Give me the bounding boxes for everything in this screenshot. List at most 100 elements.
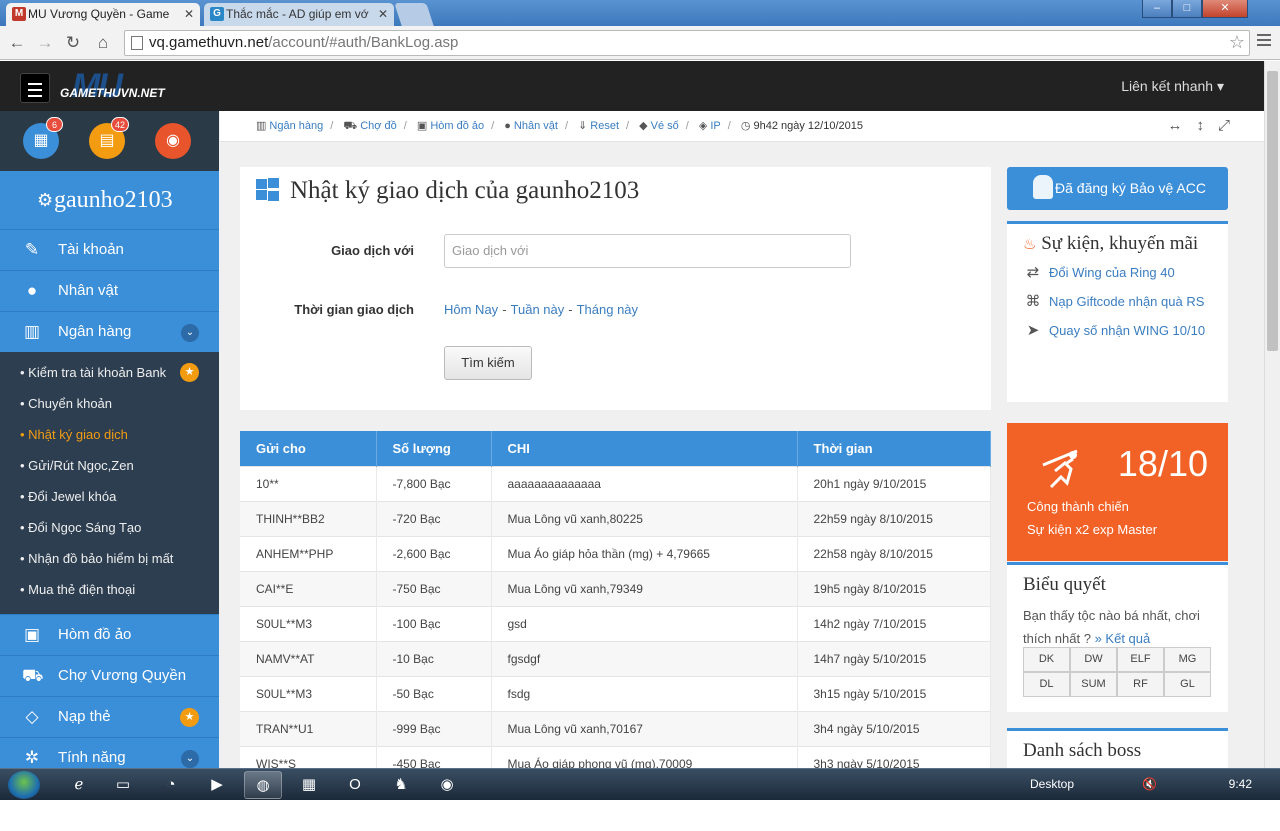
event-item[interactable]: ➤ Quay số nhận WING 10/10 <box>1007 313 1228 342</box>
window-icon[interactable]: ▦ <box>290 771 328 799</box>
forward-arrow-icon[interactable]: → <box>34 32 56 54</box>
download-icon: ⇓ <box>578 120 588 132</box>
event-item[interactable]: ⇄ Đổi Wing của Ring 40 <box>1007 255 1228 284</box>
crumb-market[interactable]: Chợ đồ <box>360 120 397 132</box>
sidebar-item-virtual-box[interactable]: ▣ Hòm đồ ảo <box>0 614 219 655</box>
table-cell: 3h15 ngày 5/10/2015 <box>797 675 991 711</box>
app-icon[interactable]: ◔ <box>152 771 190 799</box>
browser-tab-bar: M MU Vương Quyền - Game ✕ G Thắc mắc - A… <box>0 0 1280 26</box>
sidebar-item-character[interactable]: ● Nhân vật <box>0 270 219 311</box>
sidebar-item-topup[interactable]: ◇ Nạp thẻ ★ <box>0 696 219 737</box>
crumb-character[interactable]: Nhân vật <box>514 120 558 132</box>
event-item[interactable]: ⌘ Nạp Giftcode nhận quà RS <box>1007 284 1228 313</box>
sidebar-item-account[interactable]: ✎ Tài khoản <box>0 229 219 270</box>
siege-promo-banner[interactable]: 18/10 Công thành chiến Sự kiện x2 exp Ma… <box>1007 423 1228 561</box>
table-cell: THINH**BB2 <box>240 500 377 536</box>
filter-week[interactable]: Tuần này <box>511 302 565 317</box>
explorer-icon[interactable]: ▭ <box>104 771 142 799</box>
poll-option[interactable]: GL <box>1164 672 1211 697</box>
search-panel: Nhật ký giao dịch của gaunho2103 Giao dị… <box>240 167 991 410</box>
poll-option[interactable]: DL <box>1023 672 1070 697</box>
clock[interactable]: 9:42 AM <box>1229 769 1252 831</box>
scrollbar-thumb[interactable] <box>1267 71 1278 351</box>
search-button[interactable]: Tìm kiếm <box>444 346 532 380</box>
submenu-check-bank[interactable]: • Kiểm tra tài khoản Bank ★ <box>0 357 219 388</box>
sidebar-item-label: Ngân hàng <box>58 323 132 340</box>
close-window-button[interactable]: ✕ <box>1202 0 1248 18</box>
start-button[interactable] <box>8 771 40 799</box>
poll-option[interactable]: SUM <box>1070 672 1117 697</box>
browser-tab-forum[interactable]: G Thắc mắc - AD giúp em vớ ✕ <box>204 3 394 26</box>
crumb-lottery[interactable]: Vé số <box>651 120 679 132</box>
opera-icon[interactable]: O <box>336 771 374 799</box>
menu-toggle-button[interactable] <box>20 73 50 103</box>
filter-month[interactable]: Tháng này <box>577 302 638 317</box>
site-logo[interactable]: MU GAMETHUVN.NET <box>58 69 182 105</box>
expand-width-icon[interactable]: ↔ <box>1167 117 1196 134</box>
breadcrumb-links: ▥ Ngân hàng / ⛟ Chợ đồ / ▣ Hòm đồ ảo / ● Nhân v… <box>256 120 863 132</box>
home-icon[interactable]: ⌂ <box>92 32 114 54</box>
crumb-virtual-box[interactable]: Hòm đồ ảo <box>430 120 484 132</box>
crumb-bank[interactable]: Ngân hàng <box>269 120 323 132</box>
star-icon: ★ <box>180 363 199 382</box>
transaction-rows: 10** -7,800 Bạc aaaaaaaaaaaaaa 20h1 ngày 9/… <box>240 465 991 768</box>
sidebar-item-label: Hòm đồ ảo <box>58 626 132 643</box>
account-protection-button[interactable]: Đã đăng ký Bảo vệ ACC <box>1007 167 1228 210</box>
sidebar-item-bank[interactable]: ▥ Ngân hàng ⌄ <box>0 311 219 352</box>
bookmark-star-icon[interactable]: ☆ <box>1229 30 1245 54</box>
tab-close-icon[interactable]: ✕ <box>184 3 194 25</box>
col-detail: CHI <box>491 431 798 466</box>
page-scrollbar[interactable] <box>1264 61 1280 768</box>
filter-today[interactable]: Hôm Nay <box>444 302 498 317</box>
card-icon[interactable]: ▤ 42 <box>89 117 129 159</box>
poll-option[interactable]: RF <box>1117 672 1164 697</box>
url-field[interactable]: vq.gamethuvn.net/account/#auth/BankLog.a… <box>124 30 1250 56</box>
crumb-ip[interactable]: IP <box>710 120 720 132</box>
chrome-icon[interactable]: ◍ <box>244 771 282 799</box>
chat-icon[interactable]: ◉ <box>155 123 191 159</box>
submenu-phone-card[interactable]: • Mua thẻ điện thoại <box>0 574 219 605</box>
submenu-transaction-log[interactable]: • Nhật ký giao dịch <box>0 419 219 450</box>
media-player-icon[interactable]: ▶ <box>198 771 236 799</box>
desktop-label[interactable]: Desktop <box>1030 769 1074 800</box>
poll-option[interactable]: MG <box>1164 647 1211 672</box>
table-row: S0UL**M3 -100 Bạc gsd 14h2 ngày 7/10/2015 <box>240 605 991 641</box>
sidebar-username[interactable]: ⚙ gaunho2103 <box>0 171 219 229</box>
sidebar-item-market[interactable]: ⛟ Chợ Vương Quyền <box>0 655 219 696</box>
browser-menu-icon[interactable] <box>1257 34 1271 48</box>
poll-option[interactable]: ELF <box>1117 647 1164 672</box>
table-cell: Mua Áo giáp phong vũ (mg),70009 <box>491 745 798 768</box>
submenu-deposit-withdraw[interactable]: • Gửi/Rút Ngọc,Zen <box>0 450 219 481</box>
expand-height-icon[interactable]: ↕ <box>1196 117 1218 134</box>
poll-option[interactable]: DW <box>1070 647 1117 672</box>
calendar-icon[interactable]: ▦ 6 <box>23 117 63 159</box>
partner-input[interactable]: Giao dịch với <box>444 234 851 268</box>
crumb-reset[interactable]: Reset <box>590 120 619 132</box>
ie-icon[interactable]: ℯ <box>60 771 98 799</box>
fullscreen-icon[interactable]: ⤢ <box>1218 117 1244 134</box>
col-amount: Số lượng <box>376 431 492 466</box>
minimize-button[interactable]: – <box>1142 0 1172 18</box>
ticket-icon: ◆ <box>639 120 648 132</box>
tab-close-icon[interactable]: ✕ <box>378 3 388 25</box>
new-tab-button[interactable] <box>394 3 434 26</box>
chevron-down-icon: ⌄ <box>181 324 199 342</box>
submenu-lock-jewel[interactable]: • Đổi Jewel khóa <box>0 481 219 512</box>
reload-icon[interactable]: ↻ <box>62 32 84 54</box>
submenu-insurance[interactable]: • Nhận đồ bảo hiểm bị mất <box>0 543 219 574</box>
back-arrow-icon[interactable]: ← <box>6 32 28 54</box>
browser-tab-mu[interactable]: M MU Vương Quyền - Game ✕ <box>6 3 200 26</box>
game-icon[interactable]: ♞ <box>382 771 420 799</box>
table-cell: NAMV**AT <box>240 640 377 676</box>
volume-icon[interactable]: 🔇 <box>1142 769 1157 800</box>
tag-icon: ◈ <box>698 120 708 132</box>
poll-option[interactable]: DK <box>1023 647 1070 672</box>
submenu-transfer[interactable]: • Chuyển khoản <box>0 388 219 419</box>
mu-game-icon[interactable]: ◉ <box>428 771 466 799</box>
sidebar-item-features[interactable]: ✲ Tính năng ⌄ <box>0 737 219 768</box>
submenu-creation-jewel[interactable]: • Đổi Ngọc Sáng Tạo <box>0 512 219 543</box>
web-page: MU GAMETHUVN.NET Liên kết nhanh ▾ ▦ 6 ▤ … <box>0 61 1264 768</box>
maximize-button[interactable]: □ <box>1172 0 1202 18</box>
poll-result-link[interactable]: » Kết quả <box>1095 631 1151 646</box>
quick-links-dropdown[interactable]: Liên kết nhanh ▾ <box>1121 78 1224 95</box>
